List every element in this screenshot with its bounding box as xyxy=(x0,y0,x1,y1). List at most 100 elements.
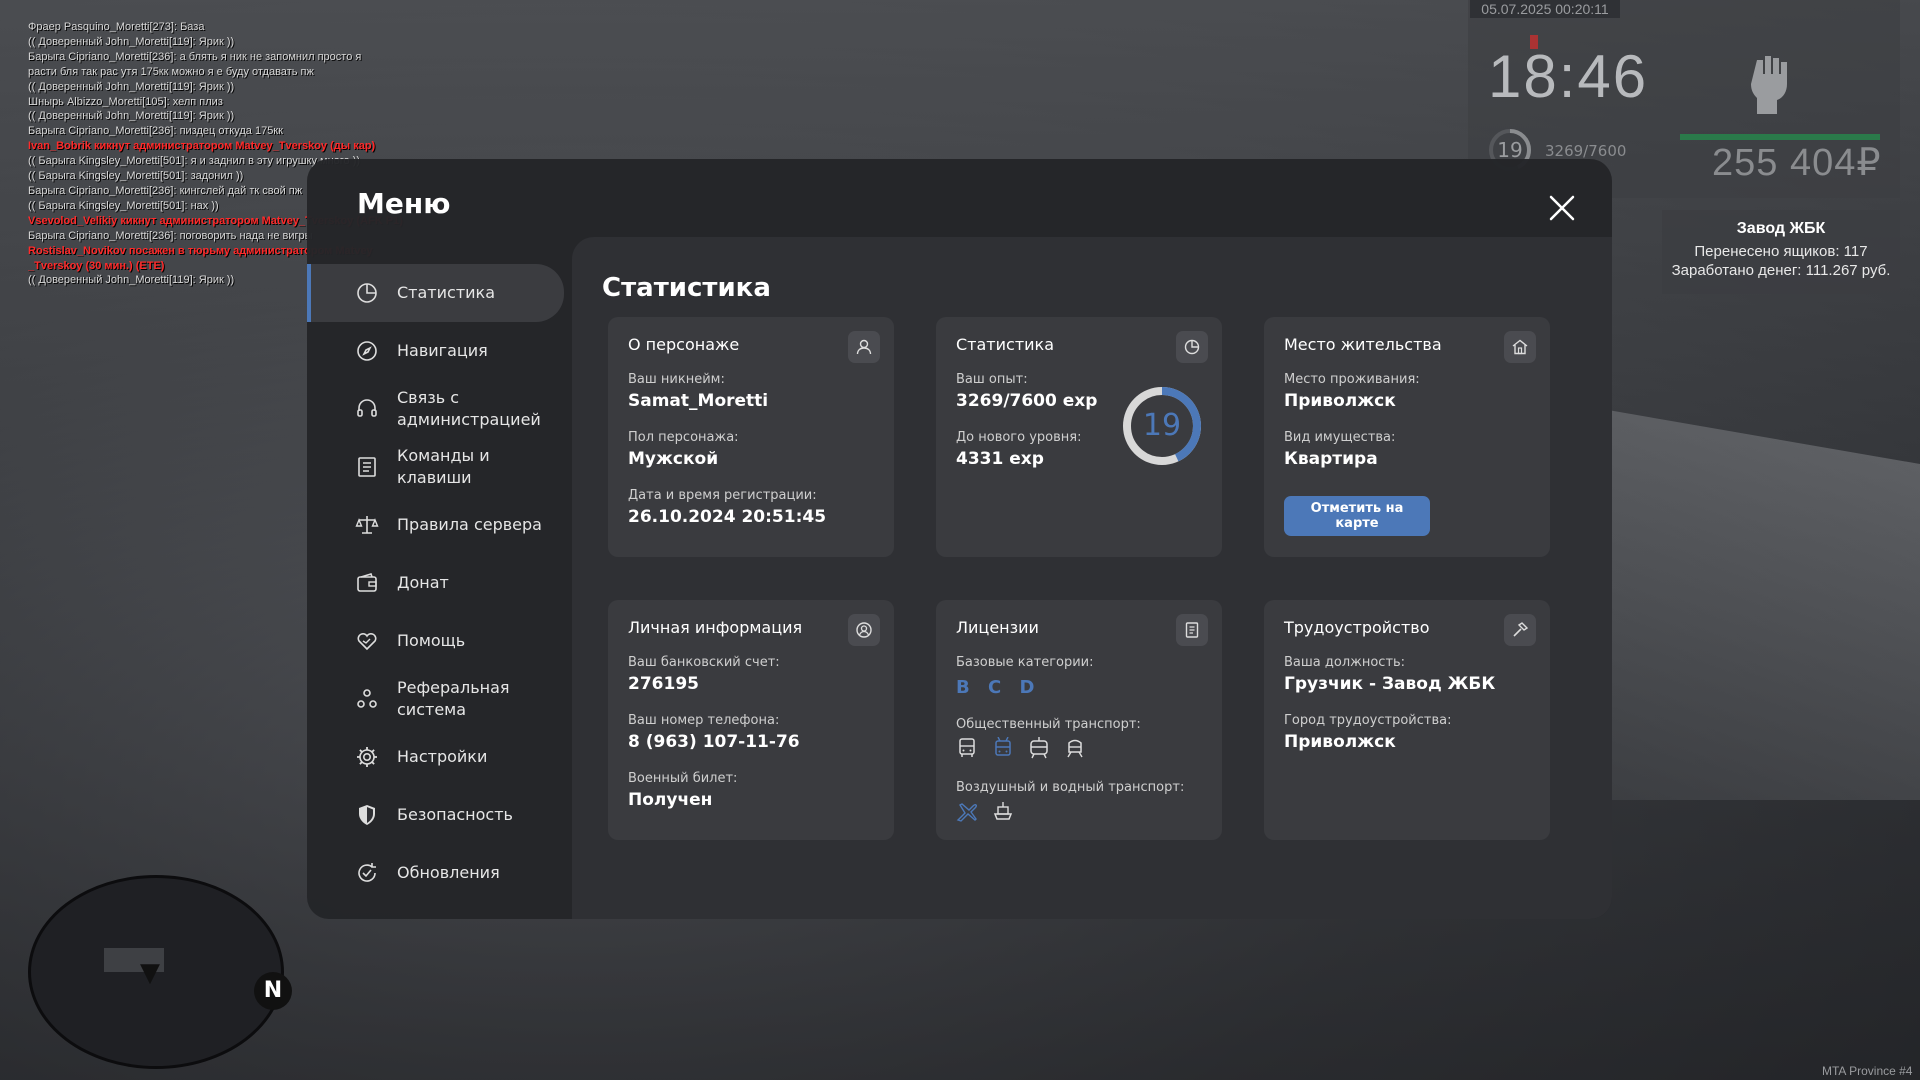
field-value: 26.10.2024 20:51:45 xyxy=(628,507,827,527)
field-label: Воздушный и водный транспорт: xyxy=(956,780,1185,795)
field-gender: Пол персонажа: Мужской xyxy=(628,430,739,469)
sidebar-item-label: Реферальная система xyxy=(397,678,510,719)
chat-line: Барыга Cipriano_Moretti[236]: а блять я … xyxy=(28,50,362,63)
server-watermark: MTA Province #4 xyxy=(1822,1064,1913,1078)
sidebar-item-navigation[interactable]: Навигация xyxy=(307,322,564,380)
card-title: Место жительства xyxy=(1284,335,1442,354)
field-label: Ваш опыт: xyxy=(956,372,1028,387)
sidebar-item-label: Настройки xyxy=(397,747,488,766)
sidebar-item-label: Связь с администрацией xyxy=(397,388,541,429)
sidebar-item-updates[interactable]: Обновления xyxy=(307,844,564,902)
job-info-box: Завод ЖБК Перенесено ящиков: 117 Заработ… xyxy=(1662,210,1900,294)
field-public-transport: Общественный транспорт: xyxy=(956,717,1141,732)
sidebar-item-label: Статистика xyxy=(397,283,495,302)
sidebar-item-label: Обновления xyxy=(397,863,500,882)
field-label: Город трудоустройства: xyxy=(1284,713,1452,728)
air-water-transport-icons xyxy=(956,800,1014,822)
public-transport-icons xyxy=(956,737,1086,759)
chat-line: (( Доверенный John_Moretti[119]: Ярик )) xyxy=(28,35,235,48)
chat-line: расти бля так рас утя 175кк можно я е бу… xyxy=(28,65,314,78)
fist-icon xyxy=(1751,56,1787,114)
hud-exp: 3269/7600 xyxy=(1545,142,1627,160)
tram-icon xyxy=(1030,737,1048,759)
house-icon xyxy=(1512,339,1528,355)
user-circle-icon xyxy=(856,622,872,638)
field-value: 4331 exp xyxy=(956,449,1044,469)
bus-icon xyxy=(959,738,975,757)
field-base-categories: Базовые категории: xyxy=(956,655,1094,670)
sidebar-item-help[interactable]: Помощь xyxy=(307,612,564,670)
sidebar-item-label: Помощь xyxy=(397,631,466,650)
field-value: Приволжск xyxy=(1284,732,1396,752)
gear-icon xyxy=(357,747,377,767)
card-residence: Место жительства Место проживания: Приво… xyxy=(1264,317,1550,557)
sidebar-item-settings[interactable]: Настройки xyxy=(307,728,564,786)
field-air-water-transport: Воздушный и водный транспорт: xyxy=(956,780,1184,795)
mark-on-map-button[interactable]: Отметить на карте xyxy=(1284,496,1430,536)
wallet-icon xyxy=(357,573,377,592)
pie-chart-icon xyxy=(1184,339,1200,355)
sidebar-item-commands[interactable]: Команды и клавиши xyxy=(307,438,564,496)
sidebar-item-admin-contact[interactable]: Связь с администрацией xyxy=(307,380,564,438)
field-label: Ваш номер телефона: xyxy=(628,713,780,728)
field-value: Квартира xyxy=(1284,449,1378,469)
field-registration: Дата и время регистрации: 26.10.2024 20:… xyxy=(628,488,826,527)
field-position: Ваша должность: Грузчик - Завод ЖБК xyxy=(1284,655,1495,694)
card-character: О персонаже Ваш никнейм: Samat_Moretti П… xyxy=(608,317,894,557)
people-icon xyxy=(357,689,377,708)
menu-window: Меню Статистика Навигация Связь с админи… xyxy=(307,159,1612,919)
field-label: Вид имущества: xyxy=(1284,430,1396,445)
card-title: О персонаже xyxy=(628,335,740,354)
pie-chart-icon xyxy=(357,283,377,303)
train-icon xyxy=(1067,739,1083,758)
field-value: 8 (963) 107-11-76 xyxy=(628,732,800,752)
sidebar-item-rules[interactable]: Правила сервера xyxy=(307,496,564,554)
field-label: Место проживания: xyxy=(1284,372,1420,387)
field-next-level: До нового уровня: 4331 exp xyxy=(956,430,1082,469)
field-label: До нового уровня: xyxy=(956,430,1082,445)
field-bank-account: Ваш банковский счет: 276195 xyxy=(628,655,780,694)
heart-hand-icon xyxy=(357,632,377,651)
shield-icon xyxy=(359,805,375,825)
player-arrow-icon: ▼ xyxy=(140,958,160,988)
field-value: Получен xyxy=(628,790,713,810)
field-military-id: Военный билет: Получен xyxy=(628,771,737,810)
card-personal-info: Личная информация Ваш банковский счет: 2… xyxy=(608,600,894,840)
chat-line: (( Доверенный John_Moretti[119]: Ярик )) xyxy=(28,110,235,123)
field-label: Дата и время регистрации: xyxy=(628,488,817,503)
ship-icon xyxy=(993,802,1013,820)
user-icon xyxy=(856,339,872,355)
field-value: 276195 xyxy=(628,674,699,694)
license-category: B xyxy=(956,677,972,698)
field-phone: Ваш номер телефона: 8 (963) 107-11-76 xyxy=(628,713,800,752)
license-category: D xyxy=(1019,677,1037,698)
card-icon-button xyxy=(848,331,880,363)
close-icon[interactable] xyxy=(1547,193,1577,223)
card-title: Статистика xyxy=(956,335,1054,354)
sidebar-item-statistics[interactable]: Статистика xyxy=(307,264,564,322)
sidebar-item-donate[interactable]: Донат xyxy=(307,554,564,612)
sidebar-item-label: Правила сервера xyxy=(397,515,542,534)
card-title: Лицензии xyxy=(956,618,1039,637)
compass-icon xyxy=(357,341,377,361)
refresh-icon xyxy=(358,863,376,882)
field-work-city: Город трудоустройства: Приволжск xyxy=(1284,713,1451,752)
sidebar-item-label: Команды и клавиши xyxy=(397,446,490,487)
sidebar-item-referral[interactable]: Реферальная система xyxy=(307,670,564,728)
menu-title: Меню xyxy=(357,187,451,220)
field-experience: Ваш опыт: 3269/7600 exp xyxy=(956,372,1097,411)
job-boxes: Перенесено ящиков: 117 xyxy=(1694,243,1868,260)
sidebar-item-security[interactable]: Безопасность xyxy=(307,786,564,844)
license-category: C xyxy=(988,677,1004,698)
field-label: Базовые категории: xyxy=(956,655,1094,670)
card-title: Личная информация xyxy=(628,618,803,637)
stats-panel: Статистика О персонаже Ваш никнейм: Sama… xyxy=(572,237,1612,919)
sidebar-item-label: Безопасность xyxy=(397,805,513,824)
chat-line: Шнырь Albizzo_Moretti[105]: хелп плиз xyxy=(28,95,223,108)
sidebar-item-label: Навигация xyxy=(397,341,488,360)
chat-line: Ivan_Bobrik кикнут администратором Matve… xyxy=(28,140,376,153)
card-title: Трудоустройство xyxy=(1284,618,1430,637)
scales-icon xyxy=(355,516,379,534)
card-statistics: Статистика Ваш опыт: 3269/7600 exp До но… xyxy=(936,317,1222,557)
field-nickname: Ваш никнейм: Samat_Moretti xyxy=(628,372,768,411)
